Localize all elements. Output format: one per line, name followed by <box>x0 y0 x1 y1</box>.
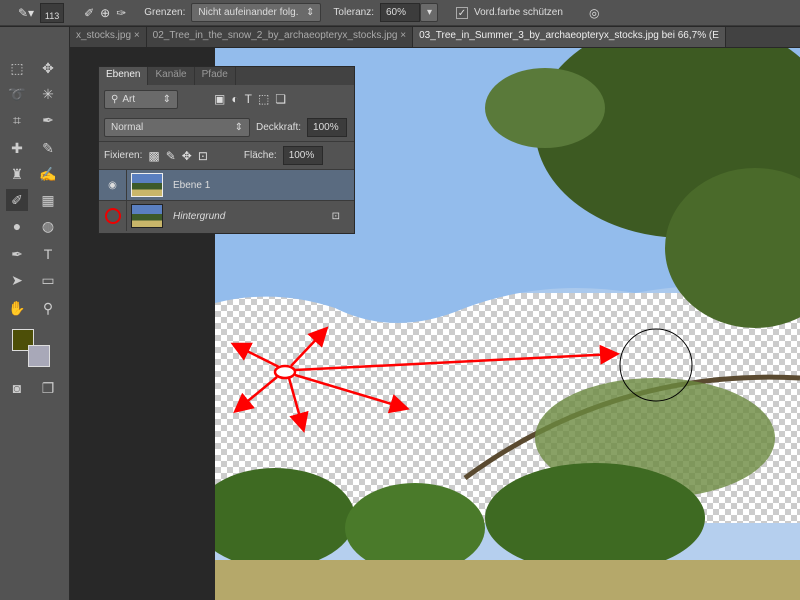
history-brush-icon[interactable]: ✍ <box>37 163 59 185</box>
stamp-tool-icon[interactable]: ♜ <box>6 163 28 185</box>
fill-input[interactable]: 100% <box>282 146 323 165</box>
toleranz-label: Toleranz: <box>333 7 374 18</box>
layer-row[interactable]: Hintergrund ⊡ <box>99 200 354 231</box>
eye-icon[interactable]: ◉ <box>99 170 127 200</box>
document-tabs: x_stocks.jpg × 02_Tree_in_the_snow_2_by_… <box>70 27 800 47</box>
gradient-tool-icon[interactable]: ▦ <box>37 189 59 211</box>
sampling-swatch-icon[interactable]: ✑ <box>116 6 126 20</box>
pen-tool-icon[interactable]: ✒ <box>6 243 28 265</box>
background-eraser-icon[interactable]: ✎▾ <box>18 6 34 20</box>
lock-icon: ⊡ <box>331 210 340 222</box>
blend-mode-select[interactable]: Normal ⇕ <box>104 117 250 137</box>
magic-wand-icon[interactable]: ✳ <box>37 83 59 105</box>
opacity-input[interactable]: 100% <box>307 117 348 137</box>
visibility-toggle-off[interactable] <box>99 201 127 231</box>
layer-name: Ebene 1 <box>173 179 211 191</box>
layer-thumbnail <box>131 204 163 228</box>
adjustment-filter-icon[interactable]: ◐ <box>231 92 238 106</box>
background-color-swatch[interactable] <box>28 345 50 367</box>
layer-filter-select[interactable]: ⚲ Art ⇕ <box>104 89 178 109</box>
sampling-once-icon[interactable]: ⊕ <box>100 6 110 20</box>
crop-tool-icon[interactable]: ⌗ <box>6 109 28 131</box>
sampling-continuous-icon[interactable]: ✐ <box>84 6 94 20</box>
zoom-tool-icon[interactable]: ⚲ <box>37 297 59 319</box>
blur-tool-icon[interactable]: ● <box>6 215 28 237</box>
toolbox: ⬚ ✥ ➰ ✳ ⌗ ✒ ✚ ✎ ♜ ✍ ✐ ▦ ● ◍ ✒ T ➤ ▭ ✋ ⚲ … <box>0 27 70 600</box>
lock-pixels-icon[interactable]: ✎ <box>166 149 176 163</box>
lasso-tool-icon[interactable]: ➰ <box>6 83 28 105</box>
healing-brush-icon[interactable]: ✚ <box>6 137 28 159</box>
layer-thumbnail <box>131 173 163 197</box>
path-select-icon[interactable]: ➤ <box>6 269 28 291</box>
quick-mask-icon[interactable]: ◙ <box>6 377 28 399</box>
toleranz-input[interactable]: 60% <box>379 3 420 22</box>
pressure-icon[interactable]: ◎ <box>589 6 599 20</box>
doc-tab[interactable]: x_stocks.jpg × <box>70 27 147 47</box>
protect-label: Vord.farbe schützen <box>473 7 563 18</box>
eyedropper-icon[interactable]: ✒ <box>37 109 59 131</box>
type-tool-icon[interactable]: T <box>37 243 59 265</box>
grenzen-select[interactable]: Nicht aufeinander folg. ⇕ <box>191 3 322 22</box>
close-icon[interactable]: × <box>400 30 406 41</box>
shape-filter-icon[interactable]: ⬚ <box>258 92 269 106</box>
eraser-tool-icon[interactable]: ✐ <box>6 189 28 211</box>
tab-kanaele[interactable]: Kanäle <box>148 67 195 85</box>
tab-pfade[interactable]: Pfade <box>195 67 236 85</box>
lock-transparency-icon[interactable]: ▩ <box>148 149 159 163</box>
toleranz-dropdown[interactable]: ▾ <box>419 3 438 22</box>
marquee-tool-icon[interactable]: ⬚ <box>6 57 28 79</box>
layers-panel: Ebenen Kanäle Pfade ⚲ Art ⇕ ▣ ◐ T ⬚ ❏ Norm… <box>98 66 355 234</box>
move-tool-icon[interactable]: ✥ <box>37 57 59 79</box>
shape-tool-icon[interactable]: ▭ <box>37 269 59 291</box>
tab-ebenen[interactable]: Ebenen <box>99 67 149 85</box>
doc-tab[interactable]: 02_Tree_in_the_snow_2_by_archaeopteryx_s… <box>147 27 414 47</box>
type-filter-icon[interactable]: T <box>245 92 252 106</box>
grenzen-label: Grenzen: <box>144 7 186 18</box>
lock-position-icon[interactable]: ✥ <box>182 149 192 163</box>
opacity-label: Deckkraft: <box>256 121 302 133</box>
lock-label: Fixieren: <box>104 150 143 161</box>
screen-mode-icon[interactable]: ❐ <box>37 377 59 399</box>
smartobject-filter-icon[interactable]: ❏ <box>275 92 286 106</box>
doc-tab-active[interactable]: 03_Tree_in_Summer_3_by_archaeopteryx_sto… <box>413 27 726 47</box>
layer-name: Hintergrund <box>173 210 226 222</box>
fill-label: Fläche: <box>243 150 277 161</box>
brush-tool-icon[interactable]: ✎ <box>37 137 59 159</box>
hand-tool-icon[interactable]: ✋ <box>6 297 28 319</box>
close-icon[interactable]: × <box>134 30 140 41</box>
options-bar: ✎▾ 113 ✐ ⊕ ✑ Grenzen: Nicht aufeinander … <box>0 0 800 26</box>
image-filter-icon[interactable]: ▣ <box>214 92 225 106</box>
layer-row[interactable]: ◉ Ebene 1 <box>99 169 354 200</box>
search-icon: ⚲ <box>111 93 119 105</box>
protect-checkbox[interactable]: ✓ <box>455 6 468 19</box>
dodge-tool-icon[interactable]: ◍ <box>37 215 59 237</box>
brush-size-picker[interactable]: 113 <box>40 2 65 23</box>
lock-all-icon[interactable]: ⊡ <box>198 149 208 163</box>
